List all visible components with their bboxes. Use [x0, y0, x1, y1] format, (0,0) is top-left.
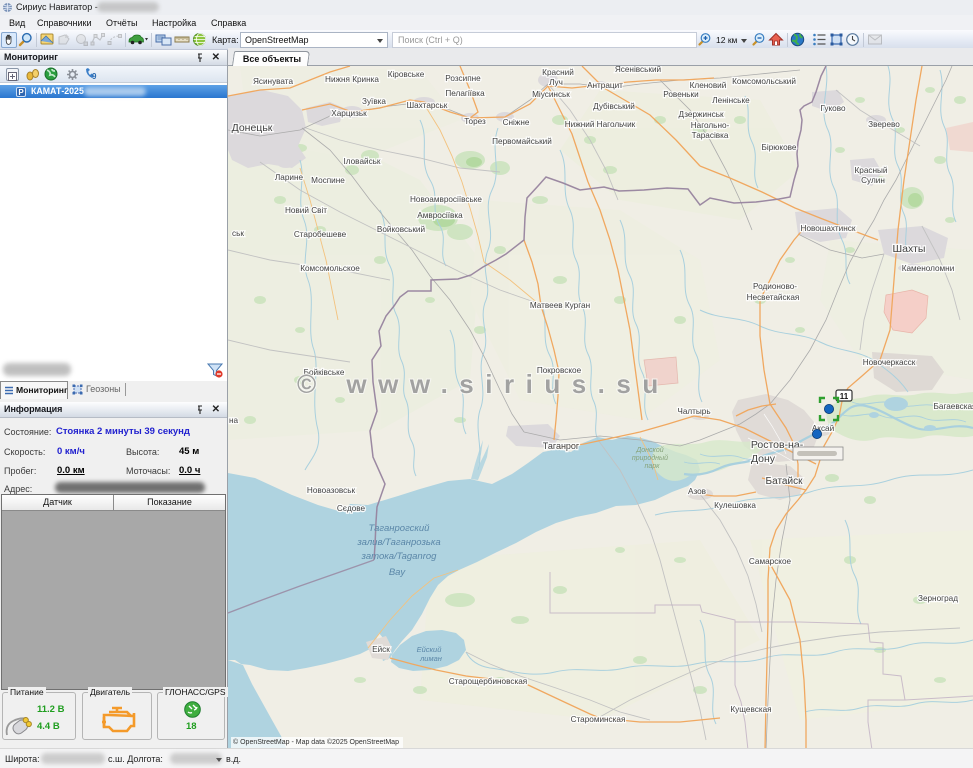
- svg-text:Луч: Луч: [549, 78, 563, 87]
- svg-text:природный: природный: [632, 454, 668, 462]
- svg-text:Гуково: Гуково: [820, 104, 845, 113]
- svg-text:Багаевская: Багаевская: [934, 402, 973, 411]
- svg-text:Кіровське: Кіровське: [388, 70, 425, 79]
- svg-text:Старобешеве: Старобешеве: [294, 230, 347, 239]
- svg-text:Розсипне: Розсипне: [445, 74, 481, 83]
- svg-text:Новий Світ: Новий Світ: [285, 206, 327, 215]
- svg-text:Самарское: Самарское: [749, 557, 792, 566]
- svg-text:Батайск: Батайск: [766, 476, 804, 487]
- svg-text:Комсомольський: Комсомольський: [732, 77, 796, 86]
- svg-text:Донской: Донской: [635, 446, 663, 454]
- svg-text:Амвросіївка: Амвросіївка: [417, 211, 463, 220]
- svg-text:Дзержинськ: Дзержинськ: [678, 110, 724, 119]
- svg-text:Шахтарськ: Шахтарськ: [407, 101, 448, 110]
- svg-text:Несветайская: Несветайская: [747, 293, 800, 302]
- svg-text:9: 9: [92, 72, 97, 81]
- svg-text:Родионово-: Родионово-: [753, 282, 797, 291]
- svg-text:© www.sirius.su: © www.sirius.su: [297, 369, 670, 399]
- svg-text:Зверево: Зверево: [868, 120, 900, 129]
- svg-text:Сулин: Сулин: [861, 176, 885, 185]
- svg-text:Нижний Нагольчик: Нижний Нагольчик: [565, 120, 636, 129]
- svg-text:парк: парк: [645, 463, 661, 470]
- svg-text:на: на: [229, 416, 239, 425]
- svg-text:Ларине: Ларине: [275, 173, 304, 182]
- svg-text:11: 11: [840, 392, 849, 401]
- svg-text:Азов: Азов: [688, 487, 706, 496]
- svg-text:Сніжне: Сніжне: [503, 118, 530, 127]
- svg-text:Ленінське: Ленінське: [712, 96, 750, 105]
- svg-text:Таганрогский: Таганрогский: [369, 523, 431, 534]
- svg-text:Bay: Bay: [389, 567, 407, 578]
- svg-text:Харцизьк: Харцизьк: [331, 109, 367, 118]
- svg-text:Таганрог: Таганрог: [543, 441, 580, 451]
- svg-text:Ясенівський: Ясенівський: [615, 66, 661, 74]
- svg-text:Староминская: Староминская: [571, 715, 626, 724]
- svg-text:Новоазовськ: Новоазовськ: [307, 486, 356, 495]
- svg-text:Моспине: Моспине: [311, 176, 345, 185]
- svg-text:Кленовий: Кленовий: [690, 81, 727, 90]
- svg-text:Міусинськ: Міусинськ: [532, 90, 570, 99]
- svg-text:Первомайський: Первомайський: [492, 137, 552, 146]
- svg-text:затока/Taganrog: затока/Taganrog: [361, 551, 438, 562]
- svg-text:Тарасівка: Тарасівка: [692, 131, 729, 140]
- svg-text:Ейский: Ейский: [417, 645, 443, 654]
- svg-text:Шахты: Шахты: [893, 243, 926, 255]
- svg-text:Торез: Торез: [464, 117, 486, 126]
- svg-text:Матвеев Курган: Матвеев Курган: [530, 301, 590, 310]
- svg-text:Зуївка: Зуївка: [362, 97, 386, 106]
- svg-text:Кулешовка: Кулешовка: [714, 501, 756, 510]
- svg-text:Сєдове: Сєдове: [337, 504, 366, 513]
- svg-text:Чалтырь: Чалтырь: [677, 407, 710, 416]
- svg-text:Донецьк: Донецьк: [232, 122, 273, 134]
- svg-text:Красный: Красный: [855, 166, 888, 175]
- svg-text:Старощербиновская: Старощербиновская: [449, 677, 527, 686]
- svg-text:Зерноград: Зерноград: [918, 594, 958, 603]
- svg-text:Нижня Кринка: Нижня Кринка: [325, 75, 379, 84]
- svg-text:Ейск: Ейск: [372, 645, 390, 654]
- svg-text:залив/Таганрозька: залив/Таганрозька: [356, 537, 440, 548]
- svg-text:Войковський: Войковський: [377, 225, 425, 234]
- svg-text:Каменоломни: Каменоломни: [902, 264, 955, 273]
- svg-text:Новочеркасск: Новочеркасск: [863, 358, 916, 367]
- svg-text:Красний: Красний: [542, 68, 574, 77]
- svg-text:Антрацит: Антрацит: [587, 81, 623, 90]
- svg-text:Дону: Дону: [751, 453, 776, 465]
- svg-text:Пелагіївка: Пелагіївка: [445, 89, 485, 98]
- svg-text:Іловайськ: Іловайськ: [343, 157, 380, 166]
- svg-text:Новоамвросіївське: Новоамвросіївське: [410, 195, 482, 204]
- svg-text:Дубівський: Дубівський: [593, 102, 635, 111]
- svg-text:Бірюкове: Бірюкове: [762, 143, 797, 152]
- svg-text:ськ: ськ: [232, 229, 244, 238]
- svg-text:Новошахтинск: Новошахтинск: [801, 224, 856, 233]
- svg-text:Ясинувата: Ясинувата: [253, 77, 293, 86]
- svg-text:Комсомольское: Комсомольское: [300, 264, 360, 273]
- svg-text:Ровеньки: Ровеньки: [663, 90, 698, 99]
- svg-text:Кущевская: Кущевская: [730, 705, 771, 714]
- svg-text:лиман: лиман: [419, 654, 442, 663]
- svg-text:Нагольно-: Нагольно-: [691, 121, 730, 130]
